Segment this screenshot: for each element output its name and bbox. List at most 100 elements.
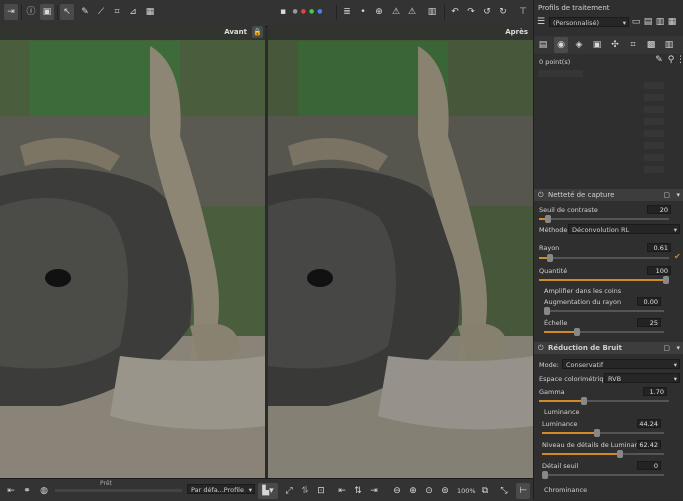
slider-knob[interactable] [547, 254, 553, 262]
noise-reduction-header[interactable]: ⏻ Réduction de Bruit ▢ ▾ [534, 342, 683, 354]
warning-icon[interactable]: ⚠ [405, 4, 419, 20]
chevron-icon[interactable]: ▾ [676, 189, 680, 201]
lock-icon[interactable]: 🔒 [252, 26, 263, 38]
slider-knob[interactable] [617, 450, 623, 458]
zoom-fit-icon[interactable]: ⊙ [422, 483, 436, 499]
method-dropdown[interactable]: Déconvolution RL ▾ [568, 224, 680, 234]
paste-icon[interactable]: ▦ [666, 16, 678, 28]
luminance-value[interactable]: 44.24 [637, 419, 661, 428]
profile-dropdown[interactable]: (Personnalisé) ▾ [549, 17, 629, 27]
chevron-icon[interactable]: ▾ [676, 342, 680, 354]
luminance-detail-slider[interactable] [542, 450, 664, 458]
radius-boost-slider[interactable] [544, 307, 664, 315]
prev-image-icon[interactable]: ⇤ [335, 483, 349, 499]
contrast-threshold-value[interactable]: 20 [647, 205, 671, 214]
gamma-value[interactable]: 1.70 [643, 387, 667, 396]
amount-value[interactable]: 100 [647, 266, 671, 275]
contrast-threshold-slider[interactable] [539, 215, 669, 223]
zoom-out-icon[interactable]: ⊖ [390, 483, 404, 499]
profile-select[interactable]: Par défa... Profile ▾ [187, 484, 255, 494]
tab-metadata-icon[interactable]: ▥ [662, 37, 676, 53]
toggle-icon[interactable]: ⏻ [538, 342, 544, 354]
amount-slider[interactable] [539, 276, 669, 284]
crop-icon[interactable]: ⌗ [110, 4, 124, 20]
rotate-left-icon[interactable]: ↺ [480, 4, 494, 20]
detail-threshold-slider[interactable] [542, 471, 664, 479]
histogram-icon[interactable]: ≣ [340, 4, 354, 20]
fit-width-icon[interactable]: ⤢ [282, 483, 296, 499]
tab-color-icon[interactable]: ▣ [590, 37, 604, 53]
scale-slider[interactable] [544, 328, 664, 336]
luminance-slider[interactable] [542, 429, 664, 437]
detail-threshold-value[interactable]: 0 [637, 461, 661, 470]
rotate-right-icon[interactable]: ↻ [496, 4, 510, 20]
fullscreen-icon[interactable]: ⤡ [497, 483, 511, 499]
scale-value[interactable]: 25 [637, 318, 661, 327]
collapse-panel-icon[interactable]: ⇥ [4, 4, 18, 20]
link-icon[interactable]: ⚲ [666, 55, 676, 65]
checkmark-icon[interactable]: ✔ [674, 252, 681, 261]
tab-transform-icon[interactable]: ⌗ [626, 37, 640, 53]
save-icon[interactable]: ▤ [642, 16, 654, 28]
slider-knob[interactable] [574, 328, 580, 336]
grid-icon[interactable]: ▦ [143, 4, 157, 20]
luminance-detail-value[interactable]: 62.42 [637, 440, 661, 449]
radius-slider[interactable] [539, 254, 669, 262]
after-pane[interactable]: Après [268, 26, 533, 478]
focus-mask-icon[interactable]: • [356, 4, 370, 20]
straighten-icon[interactable]: ⟋ [94, 4, 108, 20]
menu-icon[interactable]: ⋮ [676, 55, 683, 65]
reset-crop-icon[interactable]: ⊡ [314, 483, 328, 499]
zoom-in-icon[interactable]: ⊕ [406, 483, 420, 499]
reset-icon[interactable]: ▢ [663, 189, 670, 201]
channel-r-icon[interactable]: ●●●● [289, 4, 329, 20]
fit-height-icon[interactable]: ⥮ [298, 483, 312, 499]
tab-favorites-icon[interactable]: ▤ [536, 37, 550, 53]
mode-dropdown[interactable]: Conservatif ▾ [562, 359, 680, 369]
edit-points-icon[interactable]: ✎ [654, 55, 664, 65]
slider-knob[interactable] [545, 215, 551, 223]
zoom-100-icon[interactable]: ⊚ [438, 483, 452, 499]
reset-icon[interactable]: ▢ [663, 342, 670, 354]
tab-exposure-icon[interactable]: ◉ [554, 37, 568, 53]
hide-toolbar-icon[interactable]: ⇤ [4, 483, 18, 499]
profile-select-suffix: Profile [223, 486, 244, 494]
before-pane[interactable]: Avant 🔒 [0, 26, 265, 478]
before-after-icon[interactable]: ▣ [40, 4, 54, 20]
slider-knob[interactable] [581, 397, 587, 405]
slider-knob[interactable] [663, 276, 669, 284]
slider-knob[interactable] [594, 429, 600, 437]
tab-detail-icon[interactable]: ◈ [572, 37, 586, 53]
perspective-icon[interactable]: ⊿ [126, 4, 140, 20]
redo-icon[interactable]: ↷ [464, 4, 478, 20]
output-profile-icon[interactable]: ▙▾ [258, 483, 278, 499]
info-icon[interactable]: ⓘ [24, 4, 38, 20]
tab-advanced-icon[interactable]: ✣ [608, 37, 622, 53]
color-picker-icon[interactable]: ✎ [78, 4, 92, 20]
hand-tool-icon[interactable]: ↖ [60, 4, 74, 20]
channel-selector-icon[interactable]: ▪ [279, 4, 287, 20]
new-window-icon[interactable]: ⧉ [478, 483, 492, 499]
luminance-icon[interactable]: ▥ [425, 4, 439, 20]
profile-list-icon[interactable]: ☰ [536, 16, 546, 28]
next-image-icon[interactable]: ⇥ [367, 483, 381, 499]
slider-knob[interactable] [544, 307, 550, 315]
warning-triangle-icon[interactable]: ⚠ [389, 4, 403, 20]
sync-icon[interactable]: ⇅ [351, 483, 365, 499]
colorspace-dropdown[interactable]: RVB ▾ [604, 373, 680, 383]
expand-panel-icon[interactable]: ⊢ [516, 483, 530, 499]
undo-icon[interactable]: ↶ [448, 4, 462, 20]
copy-icon[interactable]: ▥ [654, 16, 666, 28]
tab-raw-icon[interactable]: ▩ [644, 37, 658, 53]
toggle-icon[interactable]: ⏻ [538, 189, 544, 201]
capture-sharpening-header[interactable]: ⏻ Netteté de capture ▢ ▾ [534, 189, 683, 201]
open-folder-icon[interactable]: ▭ [630, 16, 642, 28]
color-management-icon[interactable]: ⚭ [20, 483, 34, 499]
radius-boost-value[interactable]: 0.00 [637, 297, 661, 306]
pin-icon[interactable]: ⊤ [516, 4, 530, 20]
gamma-slider[interactable] [539, 397, 669, 405]
plus-circle-icon[interactable]: ⊕ [372, 4, 386, 20]
slider-knob[interactable] [542, 471, 548, 479]
soft-proof-icon[interactable]: ◍ [37, 483, 51, 499]
radius-value[interactable]: 0.61 [647, 243, 671, 252]
